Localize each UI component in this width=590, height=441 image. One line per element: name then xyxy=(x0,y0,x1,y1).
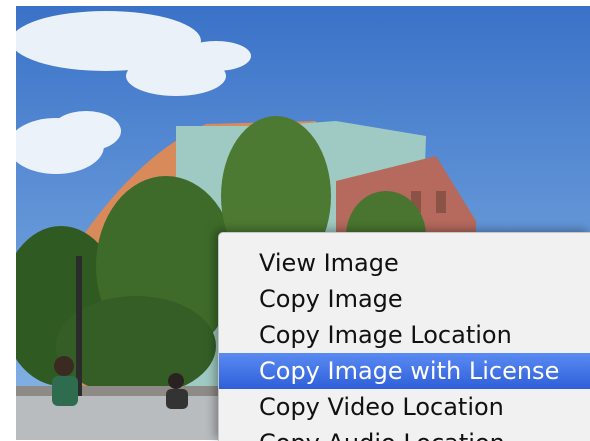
context-menu: View Image Copy Image Copy Image Locatio… xyxy=(218,232,590,441)
menu-item-copy-audio-location[interactable]: Copy Audio Location xyxy=(219,425,590,441)
menu-item-copy-video-location[interactable]: Copy Video Location xyxy=(219,389,590,425)
menu-item-copy-image-with-license[interactable]: Copy Image with License xyxy=(219,353,590,389)
menu-item-copy-image[interactable]: Copy Image xyxy=(219,281,590,317)
menu-item-view-image[interactable]: View Image xyxy=(219,245,590,281)
menu-item-copy-image-location[interactable]: Copy Image Location xyxy=(219,317,590,353)
context-menu-items: View Image Copy Image Copy Image Locatio… xyxy=(219,245,590,441)
